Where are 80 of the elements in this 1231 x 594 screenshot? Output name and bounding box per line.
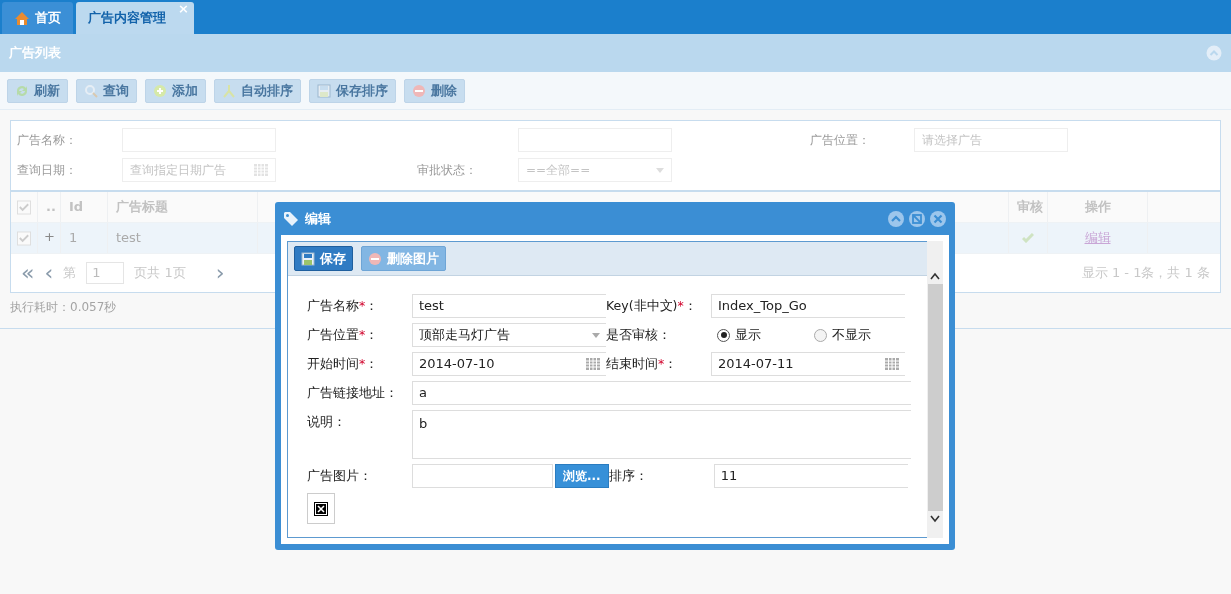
field-label: 排序： [608,466,648,485]
field-label: 广告名称： [17,133,77,147]
radio-button[interactable] [717,328,730,342]
checkbox[interactable] [17,199,31,215]
select-field[interactable]: 顶部走马灯广告 [412,323,606,347]
field-label: 广告图片： [307,466,372,485]
page-field[interactable]: 1 [86,262,125,284]
tag-icon [283,210,299,227]
expand-button[interactable]: + [44,227,55,247]
toolbar-button[interactable]: 删除 [404,78,465,103]
toolbar-button[interactable]: 刷新 [7,78,68,103]
restore-icon [908,209,926,228]
toolbar-button[interactable]: 自动排序 [214,78,301,103]
column-header: Id [69,198,84,217]
calendar-icon [586,358,600,370]
save-icon [317,83,331,98]
column-header: 操作 [1084,198,1111,217]
radio-label: 显示 [735,326,761,345]
field-label: 广告位置： [810,133,870,147]
toolbar-button[interactable]: 添加 [145,78,206,103]
caret-icon [592,332,600,338]
close-icon [929,209,947,228]
sort-icon [222,83,236,98]
broken-image-icon [307,493,335,524]
radio-button[interactable] [814,328,827,342]
checkbox[interactable] [17,230,31,246]
search-icon [84,83,98,98]
field-label: 广告位置*： [307,325,379,344]
select-field[interactable]: ==全部== [518,158,672,182]
dialog-title: 编辑 [305,209,331,228]
first-page-button[interactable]: « [21,262,35,284]
toolbar-button[interactable]: 删除图片 [361,246,446,271]
radio-label: 不显示 [832,326,871,345]
collapse-icon [1206,45,1222,61]
input-field[interactable]: 11 [713,464,908,488]
remove-icon [412,83,426,98]
field-label: 开始时间*： [307,354,379,373]
prev-page-button[interactable]: ‹ [44,262,54,284]
toolbar-button[interactable]: 查询 [76,78,137,103]
calendar-icon [254,164,268,176]
field-label: 说明： [307,412,346,431]
tab[interactable]: 首页 [2,2,73,34]
add-icon [153,83,167,98]
field-label: Key(非中文)*： [606,296,697,315]
field-label: 结束时间*： [606,354,678,373]
scroll-up-icon [929,271,941,281]
field-label: 广告链接地址： [307,383,398,402]
save-icon [301,251,315,266]
toolbar-button[interactable]: 保存 [294,246,353,271]
calendar-icon [885,358,899,370]
field-label: 广告名称*： [307,296,379,315]
input-field[interactable]: Index_Top_Go [711,294,905,318]
column-header: 审核 [1017,198,1043,217]
toolbar-button[interactable]: 保存排序 [309,78,396,103]
edit-link[interactable]: 编辑 [1084,228,1111,248]
input-field[interactable]: a [412,381,911,405]
date-field[interactable]: 2014-07-11 [711,352,905,376]
column-header: 广告标题 [116,198,168,217]
scrollbar[interactable] [927,241,943,538]
panel-title: 广告列表 [9,44,61,63]
next-page-button[interactable]: › [215,262,225,284]
table-cell-text: 1 [69,229,78,248]
field-label: 查询日期： [17,163,77,177]
browse-button[interactable]: 浏览... [555,464,609,488]
column-header: .. [46,198,56,217]
scroll-down-icon [929,514,941,524]
refresh-icon [15,83,29,98]
text-area[interactable]: b [412,410,911,459]
status-text: 执行耗时：0.057秒 [10,299,117,316]
field-label: 审批状态： [417,163,477,177]
caret-icon [656,167,664,173]
collapse-icon [887,209,905,228]
remove-icon [368,251,382,266]
field-label: 是否审核： [606,325,671,344]
table-cell-text: test [116,229,141,248]
date-field[interactable]: 2014-07-10 [412,352,606,376]
tab[interactable]: 广告内容管理 × [76,2,194,34]
home-icon [14,10,30,26]
file-field[interactable] [412,464,553,488]
input-field[interactable]: test [412,294,606,318]
